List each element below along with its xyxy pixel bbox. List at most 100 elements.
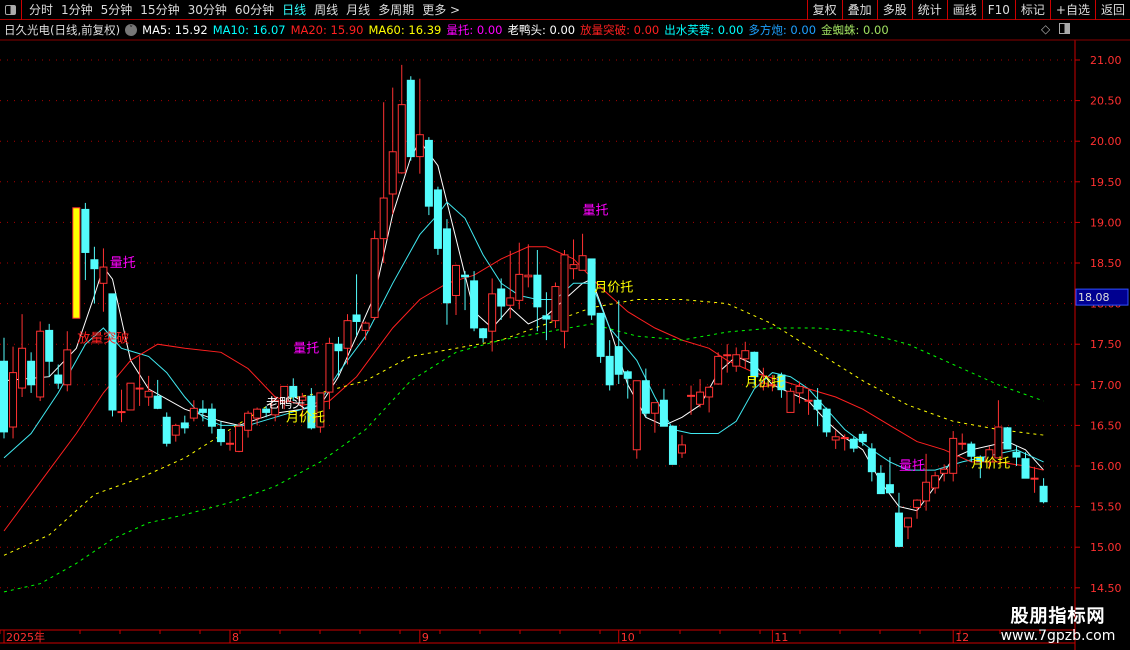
candle xyxy=(705,386,714,413)
candle-body xyxy=(732,354,741,367)
y-tick-label: 16.00 xyxy=(1090,460,1122,473)
candle xyxy=(1003,427,1012,450)
y-tick-label: 17.50 xyxy=(1090,338,1122,351)
candle-body xyxy=(678,444,686,454)
candle xyxy=(678,435,686,458)
candle-body xyxy=(198,408,207,413)
candle-body xyxy=(904,517,912,528)
candle xyxy=(696,379,705,408)
candle xyxy=(45,323,54,377)
candle-body xyxy=(135,387,144,390)
candle xyxy=(804,389,813,415)
candle-body xyxy=(849,438,858,449)
signal-annotation: 量托 xyxy=(583,203,609,218)
candle xyxy=(506,250,515,319)
candle xyxy=(867,443,876,482)
candle xyxy=(18,314,27,397)
signal-annotation: 月价托 xyxy=(745,375,784,390)
candle-body xyxy=(524,274,533,278)
candle xyxy=(126,382,135,411)
candle-body xyxy=(415,134,424,158)
candle xyxy=(171,423,180,442)
candle-body xyxy=(632,380,641,451)
candle-body xyxy=(81,208,90,253)
candle xyxy=(461,271,470,311)
candle-body xyxy=(650,402,659,414)
candle xyxy=(235,422,244,453)
signal-annotation: 月价托 xyxy=(971,457,1010,472)
candle-body xyxy=(1030,477,1039,480)
candle-body xyxy=(379,197,388,240)
candle xyxy=(1012,445,1021,466)
candle-body xyxy=(885,484,894,494)
candle xyxy=(415,78,424,174)
candle xyxy=(904,517,912,540)
candle-body xyxy=(867,448,876,473)
candle-body xyxy=(153,395,162,409)
candle xyxy=(885,457,894,494)
candle-body xyxy=(551,286,560,322)
candle xyxy=(442,219,451,325)
candle xyxy=(388,87,397,215)
y-tick-label: 21.00 xyxy=(1090,54,1122,67)
candle-body xyxy=(596,312,605,357)
candle xyxy=(488,278,497,352)
candle xyxy=(162,412,171,447)
candle xyxy=(831,430,840,449)
candlestick-chart[interactable]: 21.0020.5020.0019.5019.0018.5018.0017.50… xyxy=(0,0,1130,650)
ma-line-long-ma xyxy=(3,323,1044,593)
candle-body xyxy=(470,280,479,329)
candle-body xyxy=(226,442,234,445)
candle-body xyxy=(189,407,198,419)
y-tick-label: 16.50 xyxy=(1090,419,1122,432)
candle xyxy=(641,368,650,418)
candle xyxy=(524,244,533,288)
candle-body xyxy=(913,499,922,508)
candle xyxy=(180,415,189,434)
candle xyxy=(36,321,45,402)
candle xyxy=(840,434,849,451)
candle-body xyxy=(831,436,840,441)
candle-body xyxy=(696,391,705,405)
candle xyxy=(424,137,433,216)
candle-body xyxy=(144,390,153,398)
candle-body xyxy=(723,354,732,357)
signal-annotation: 量托 xyxy=(899,459,925,474)
candle-body xyxy=(786,390,795,413)
candle-body xyxy=(876,472,885,495)
candle-body xyxy=(894,512,903,547)
candle-body xyxy=(117,411,126,414)
candle-body xyxy=(424,139,433,207)
candle-body xyxy=(813,399,822,410)
candle-body xyxy=(795,385,804,394)
candle-body xyxy=(958,442,967,445)
watermark-name: 股朋指标网 xyxy=(1010,606,1106,627)
candle-body xyxy=(940,468,949,474)
candle xyxy=(117,389,126,423)
candle-body xyxy=(388,151,397,195)
candle xyxy=(813,388,822,427)
candle-body xyxy=(18,347,27,389)
candle-body xyxy=(560,254,569,332)
y-tick-label: 17.00 xyxy=(1090,379,1122,392)
candle xyxy=(515,242,524,310)
candle xyxy=(822,407,831,437)
y-tick-label: 14.50 xyxy=(1090,582,1122,595)
candle-body xyxy=(406,79,415,158)
candle xyxy=(913,499,922,519)
x-tick-label: 12 xyxy=(955,631,969,644)
candle xyxy=(406,76,415,161)
candle-body xyxy=(27,360,36,386)
candle xyxy=(470,271,479,332)
candle xyxy=(361,321,370,341)
candle xyxy=(876,465,885,495)
candle-body xyxy=(36,330,45,398)
candle xyxy=(949,431,958,482)
candle xyxy=(605,340,614,391)
signal-annotation: 量托 xyxy=(293,341,319,356)
candle-body xyxy=(623,371,632,379)
candle-body xyxy=(63,349,72,386)
candle xyxy=(894,492,903,548)
candle xyxy=(81,202,90,281)
candle-body xyxy=(822,408,831,433)
